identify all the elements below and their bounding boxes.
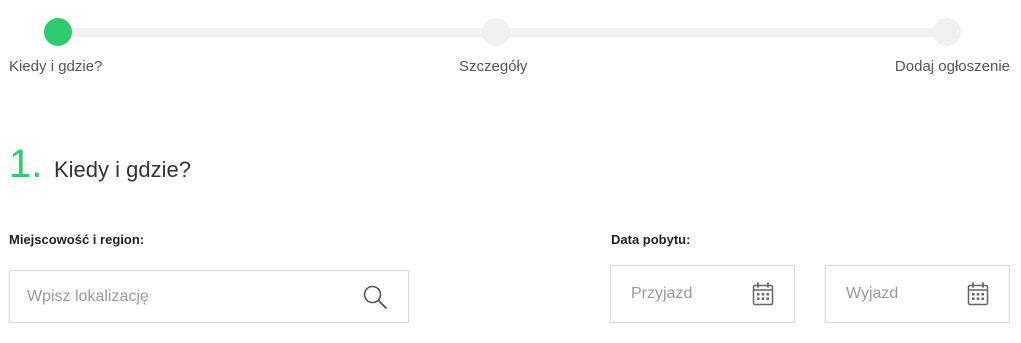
stay-dates-label: Data pobytu:	[611, 232, 691, 247]
step-dot-details[interactable]	[482, 18, 510, 46]
location-label: Miejscowość i region:	[9, 232, 145, 247]
step-label-add-listing[interactable]: Dodaj ogłoszenie	[895, 58, 1010, 76]
calendar-icon[interactable]	[752, 282, 774, 306]
step-dot-add-listing[interactable]	[933, 18, 961, 46]
step-label-details[interactable]: Szczegóły	[459, 58, 527, 76]
step-label-when-where[interactable]: Kiedy i gdzie?	[9, 58, 102, 76]
section-number: 1.	[9, 142, 43, 186]
arrival-date-field[interactable]	[610, 265, 795, 323]
search-icon[interactable]	[362, 284, 388, 310]
departure-date-field[interactable]	[825, 265, 1010, 323]
arrival-date-input[interactable]	[631, 285, 752, 303]
location-field[interactable]	[9, 270, 409, 323]
calendar-icon[interactable]	[967, 282, 989, 306]
location-input[interactable]	[27, 287, 362, 306]
step-dot-when-where[interactable]	[44, 18, 72, 46]
departure-date-input[interactable]	[846, 285, 967, 303]
section-title: Kiedy i gdzie?	[54, 157, 191, 182]
